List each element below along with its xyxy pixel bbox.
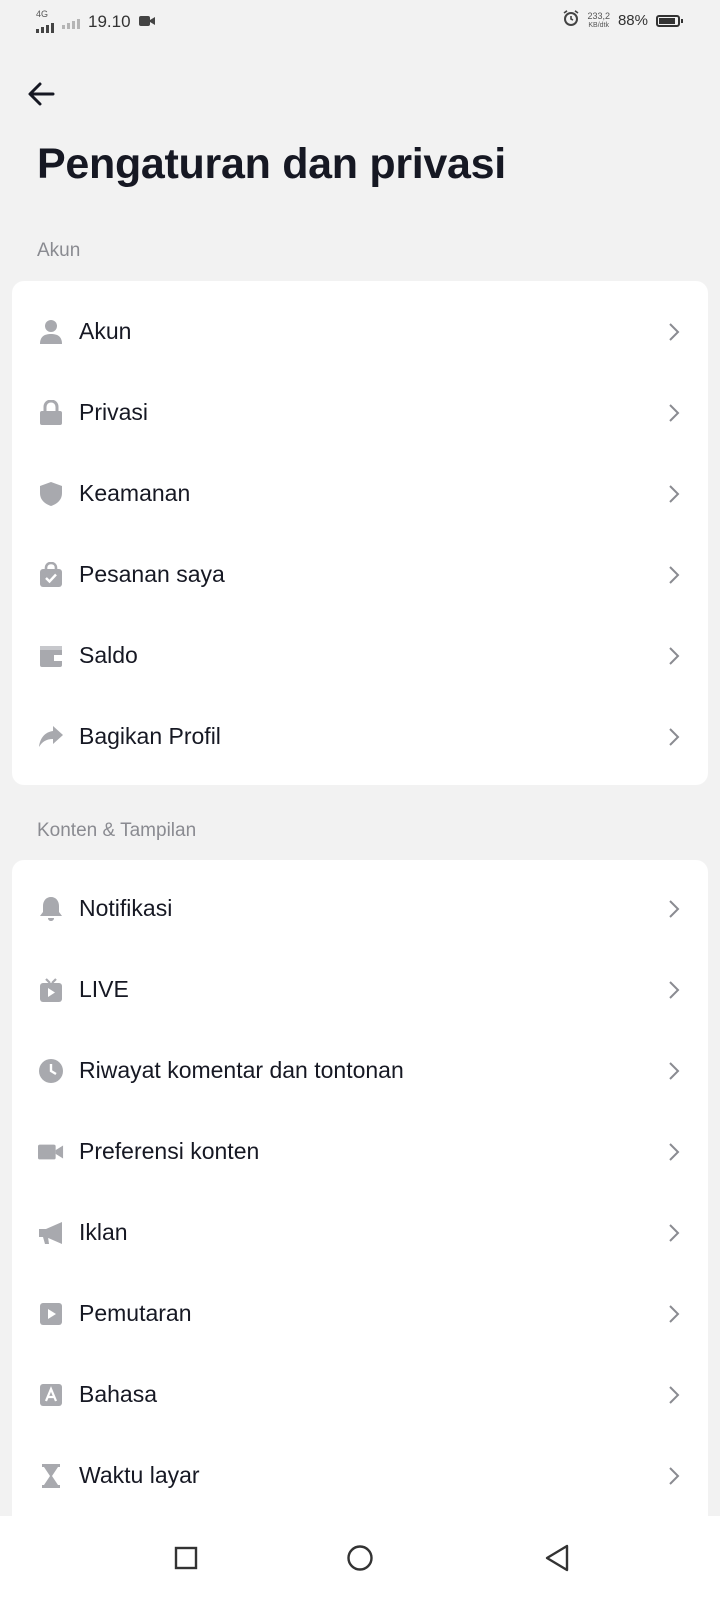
- language-icon: [38, 1382, 64, 1408]
- settings-item-label: Notifikasi: [79, 895, 173, 921]
- settings-item-preferensi-konten[interactable]: Preferensi konten: [12, 1111, 708, 1192]
- chevron-right-icon: [666, 898, 682, 920]
- shield-icon: [38, 481, 64, 507]
- share-icon: [38, 724, 64, 750]
- chevron-right-icon: [666, 1222, 682, 1244]
- status-bar-left: 4G 19.10: [36, 10, 155, 33]
- secondary-signal-icon: [62, 15, 80, 29]
- settings-item-label: Riwayat komentar dan tontonan: [79, 1057, 404, 1083]
- chevron-right-icon: [666, 1060, 682, 1082]
- video-camera-icon: [38, 1139, 64, 1165]
- settings-item-label: Iklan: [79, 1219, 128, 1245]
- lock-icon: [38, 399, 64, 426]
- alarm-icon: [563, 10, 579, 31]
- person-icon: [38, 319, 64, 345]
- recent-apps-button[interactable]: [166, 1538, 206, 1578]
- back-arrow-icon: [28, 82, 55, 106]
- circle-icon: [347, 1545, 373, 1571]
- status-bar: 4G 19.10 233,2 KB/dtk 88%: [0, 0, 720, 44]
- shopping-bag-icon: [38, 561, 64, 588]
- page-title: Pengaturan dan privasi: [37, 140, 506, 188]
- settings-item-saldo[interactable]: Saldo: [12, 615, 708, 696]
- settings-item-pesanan-saya[interactable]: Pesanan saya: [12, 534, 708, 615]
- chevron-right-icon: [666, 321, 682, 343]
- chevron-right-icon: [666, 1141, 682, 1163]
- settings-item-keamanan[interactable]: Keamanan: [12, 453, 708, 534]
- settings-item-live[interactable]: LIVE: [12, 949, 708, 1030]
- status-time: 19.10: [88, 11, 131, 31]
- section-title-akun: Akun: [37, 240, 81, 261]
- system-navigation-bar: [0, 1516, 720, 1600]
- battery-percent: 88%: [617, 12, 648, 29]
- settings-item-label: Bahasa: [79, 1381, 158, 1407]
- section-title-konten-tampilan: Konten & Tampilan: [37, 820, 197, 841]
- settings-item-bagikan-profil[interactable]: Bagikan Profil: [12, 696, 708, 777]
- status-bar-right: 233,2 KB/dtk 88%: [563, 10, 683, 31]
- screen-record-icon: [138, 12, 155, 32]
- back-button[interactable]: [22, 74, 62, 114]
- chevron-right-icon: [666, 645, 682, 667]
- settings-item-label: Saldo: [79, 642, 138, 668]
- chevron-right-icon: [666, 483, 682, 505]
- tv-icon: [38, 977, 64, 1003]
- settings-item-bahasa[interactable]: Bahasa: [12, 1354, 708, 1435]
- network-indicator: 4G: [36, 10, 54, 33]
- settings-item-privasi[interactable]: Privasi: [12, 372, 708, 453]
- megaphone-icon: [38, 1220, 64, 1246]
- back-system-button[interactable]: [538, 1538, 578, 1578]
- settings-item-label: Waktu layar: [79, 1462, 200, 1488]
- settings-item-notifikasi[interactable]: Notifikasi: [12, 868, 708, 949]
- chevron-right-icon: [666, 726, 682, 748]
- chevron-right-icon: [666, 402, 682, 424]
- hourglass-icon: [38, 1463, 64, 1489]
- settings-card-akun: Akun Privasi Keamanan Pesanan saya Saldo: [12, 281, 708, 785]
- clock-icon: [38, 1058, 64, 1084]
- settings-item-label: Privasi: [79, 399, 149, 425]
- bell-icon: [38, 896, 64, 922]
- settings-item-akun[interactable]: Akun: [12, 291, 708, 372]
- settings-item-label: Bagikan Profil: [79, 723, 221, 749]
- settings-item-label: LIVE: [79, 976, 129, 1002]
- chevron-right-icon: [666, 979, 682, 1001]
- square-icon: [174, 1546, 198, 1570]
- settings-item-riwayat[interactable]: Riwayat komentar dan tontonan: [12, 1030, 708, 1111]
- network-type: 4G: [36, 9, 49, 19]
- play-icon: [38, 1301, 64, 1327]
- settings-item-pemutaran[interactable]: Pemutaran: [12, 1273, 708, 1354]
- wallet-icon: [38, 643, 64, 669]
- settings-item-waktu-layar[interactable]: Waktu layar: [12, 1435, 708, 1516]
- settings-item-label: Pesanan saya: [79, 561, 225, 587]
- settings-item-label: Pemutaran: [79, 1300, 192, 1326]
- home-button[interactable]: [340, 1538, 380, 1578]
- chevron-right-icon: [666, 1384, 682, 1406]
- settings-item-iklan[interactable]: Iklan: [12, 1192, 708, 1273]
- speed-unit: KB/dtk: [588, 21, 610, 29]
- triangle-back-icon: [545, 1544, 569, 1572]
- chevron-right-icon: [666, 564, 682, 586]
- battery-icon: [656, 14, 683, 27]
- settings-card-konten-tampilan: Notifikasi LIVE Riwayat komentar dan ton…: [12, 860, 708, 1540]
- network-speed: 233,2 KB/dtk: [587, 10, 610, 30]
- cellular-signal-icon: [36, 19, 54, 33]
- chevron-right-icon: [666, 1303, 682, 1325]
- chevron-right-icon: [666, 1465, 682, 1487]
- settings-item-label: Preferensi konten: [79, 1138, 260, 1164]
- settings-item-label: Keamanan: [79, 480, 191, 506]
- settings-item-label: Akun: [79, 318, 132, 344]
- speed-value: 233,2: [587, 10, 610, 21]
